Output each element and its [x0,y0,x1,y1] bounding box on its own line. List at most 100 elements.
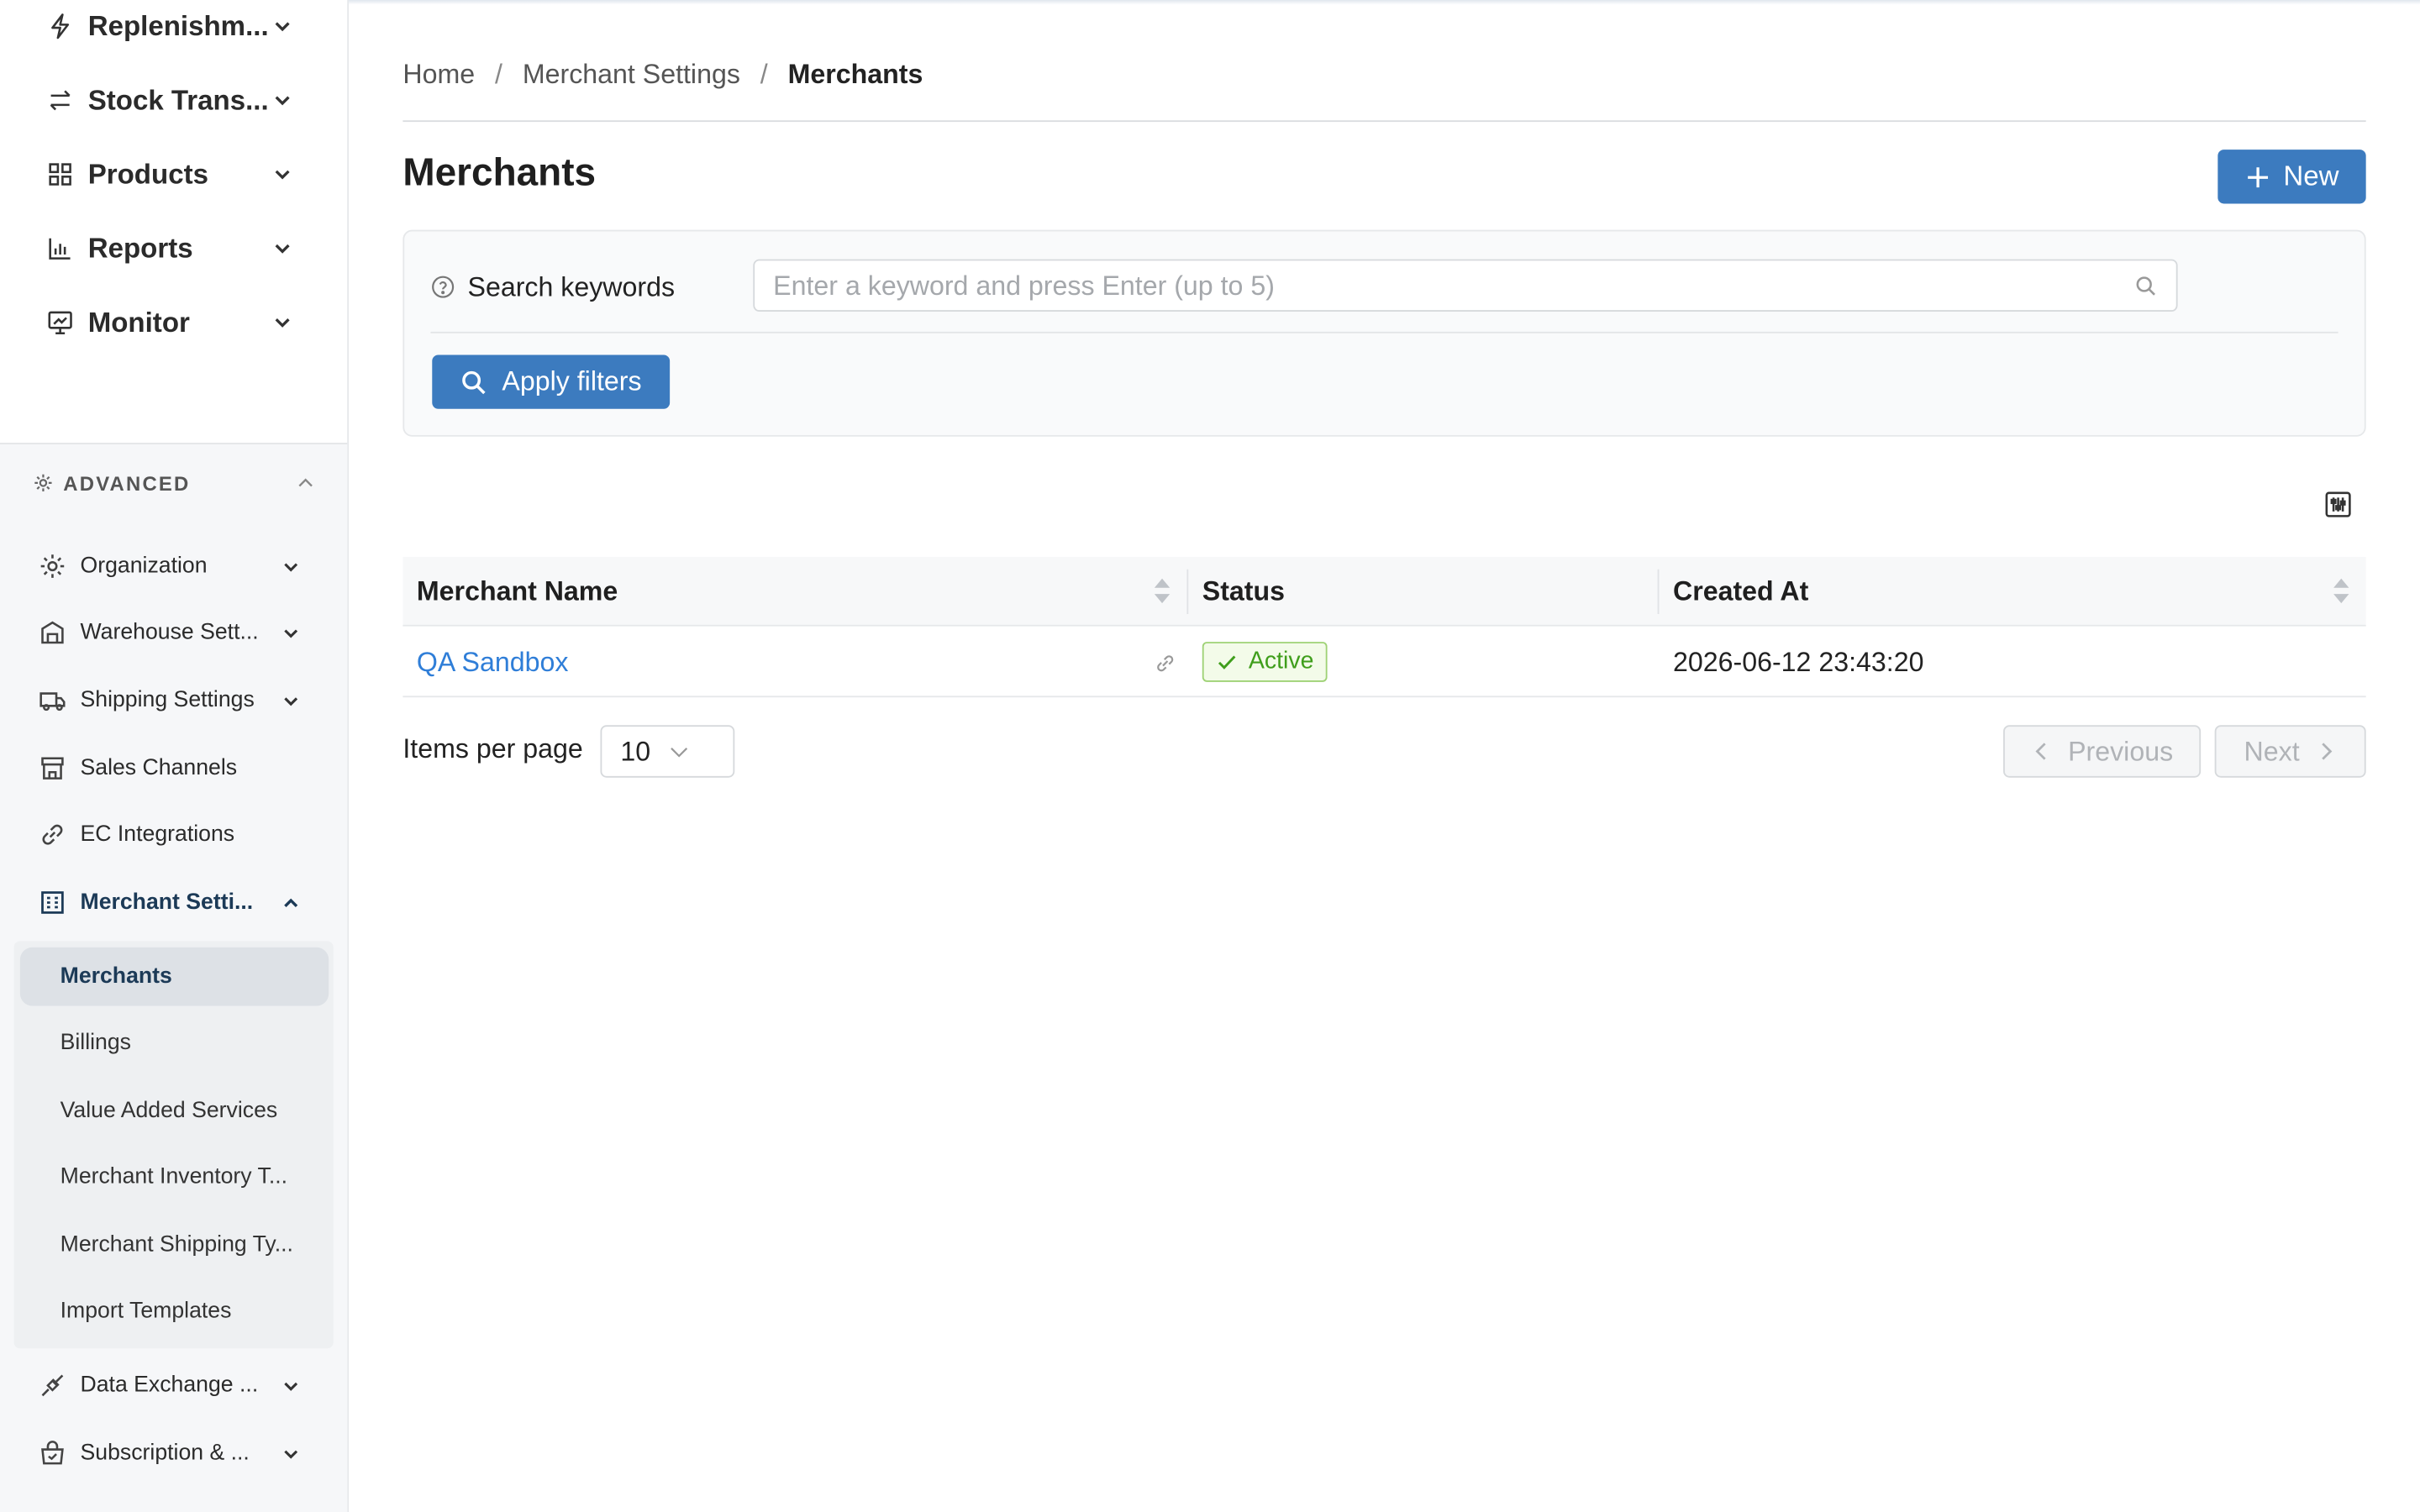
sort-icon[interactable] [2332,575,2350,606]
grid-icon [46,160,74,188]
filter-divider [430,331,2338,333]
breadcrumb-current: Merchants [787,57,923,89]
items-per-page-select[interactable]: 10 [600,725,735,778]
bar-chart-icon [46,234,74,262]
search-keywords-label: Search keywords [430,269,675,306]
chevron-down-icon [281,556,301,576]
previous-page-button[interactable]: Previous [2003,725,2202,778]
apply-filters-button[interactable]: Apply filters [432,354,671,409]
copy-link-icon[interactable] [1155,653,1176,675]
search-input[interactable] [773,269,2135,302]
items-per-page-value: 10 [620,735,651,766]
header-shadow [349,0,2420,5]
sidebar-item-label: Monitor [87,306,190,338]
breadcrumb-separator: / [760,57,768,89]
store-icon [39,754,66,782]
monitor-icon [46,308,74,336]
sidebar-item-monitor[interactable]: Monitor [46,301,293,344]
breadcrumb-merchant-settings[interactable]: Merchant Settings [523,58,740,91]
gear-icon [39,553,66,580]
breadcrumb-separator: / [495,57,502,89]
sidebar-item-label: Merchant Setti... [80,890,254,916]
sidebar-item-ec-integrations[interactable]: EC Integrations [39,816,301,853]
sidebar-item-label: Warehouse Sett... [80,620,259,645]
sidebar-item-replenishment[interactable]: Replenishm... [46,5,293,48]
merchant-name-link[interactable]: QA Sandbox [417,627,569,697]
chevron-down-icon [667,741,714,763]
created-at-cell: 2026-06-12 23:43:20 [1672,645,1924,677]
bolt-icon [46,13,74,40]
truck-icon [39,686,66,714]
link-icon [39,821,66,848]
sidebar-subitem-import-templates[interactable]: Import Templates [20,1282,329,1341]
chevron-down-icon [281,622,301,643]
sort-icon[interactable] [1153,575,1171,606]
chevron-down-icon [281,690,301,711]
column-separator [1186,569,1189,615]
chevron-down-icon [281,1443,301,1463]
column-separator [1657,569,1660,615]
table-row: QA Sandbox 2026-06-12 23:43:20 [402,626,2366,698]
sidebar-item-label: Data Exchange ... [80,1373,259,1399]
table-header: Merchant Name Status Created At [402,557,2366,627]
previous-label: Previous [2068,735,2174,766]
page-title: Merchants [402,150,597,195]
next-label: Next [2244,735,2300,766]
column-header-created-at[interactable]: Created At [1673,557,1808,627]
merchant-settings-icon [39,889,66,916]
apply-filters-label: Apply filters [502,365,642,397]
breadcrumb: Home / Merchant Settings / Merchants [402,55,923,92]
chevron-down-icon [271,312,293,333]
search-keywords-text: Search keywords [467,270,676,302]
check-icon [1216,651,1238,673]
chevron-up-icon [281,893,301,913]
breadcrumb-home[interactable]: Home [402,58,475,91]
plus-icon [2244,163,2272,191]
sidebar-item-label: Organization [80,554,208,579]
chevron-down-icon [271,15,293,37]
chevron-down-icon [271,238,293,260]
search-input-wrapper [753,259,2178,312]
sidebar-item-sales-channels[interactable]: Sales Channels [39,750,301,787]
column-header-status: Status [1202,575,1286,606]
next-page-button[interactable]: Next [2214,725,2366,778]
sidebar-item-products[interactable]: Products [46,153,293,196]
sidebar-item-stock-transfers[interactable]: Stock Trans... [46,79,293,122]
chevron-right-icon [2315,741,2337,763]
sidebar-item-merchant-settings[interactable]: Merchant Setti... [39,884,301,921]
advanced-section-header[interactable]: ADVANCED [33,468,317,499]
subscription-icon [39,1440,66,1467]
sidebar-item-warehouse-settings[interactable]: Warehouse Sett... [39,614,301,651]
sidebar-subitem-merchant-shipping-types[interactable]: Merchant Shipping Ty... [20,1215,329,1274]
help-circle-icon[interactable] [430,275,455,299]
sidebar-item-label: Replenishm... [87,9,269,41]
sidebar-item-label: Subscription & ... [80,1441,250,1466]
data-exchange-icon [39,1372,66,1399]
sidebar-item-subscription[interactable]: Subscription & ... [39,1435,301,1472]
sidebar: Replenishm... Stock Trans... Products Re… [0,0,350,1512]
new-button-label: New [2283,160,2339,192]
status-text: Active [1248,648,1314,675]
chevron-down-icon [271,164,293,186]
sidebar-item-data-exchange[interactable]: Data Exchange ... [39,1367,301,1404]
new-merchant-button[interactable]: New [2217,150,2366,204]
transfer-arrows-icon [46,87,74,114]
sidebar-item-label: Sales Channels [80,755,238,781]
sidebar-item-label: Stock Trans... [87,84,269,115]
sidebar-subitem-billings[interactable]: Billings [20,1014,329,1073]
sidebar-subitem-value-added-services[interactable]: Value Added Services [20,1082,329,1141]
search-icon [460,368,488,396]
sidebar-item-organization[interactable]: Organization [39,548,301,585]
sidebar-subitem-merchants[interactable]: Merchants [19,947,329,1006]
gear-icon [33,472,55,494]
column-header-merchant-name[interactable]: Merchant Name [417,557,618,627]
sidebar-item-reports[interactable]: Reports [46,227,293,270]
sidebar-item-label: Shipping Settings [80,688,255,713]
sidebar-item-label: Products [87,158,208,189]
column-settings-icon[interactable] [2324,491,2352,518]
sidebar-item-shipping-settings[interactable]: Shipping Settings [39,682,301,719]
warehouse-icon [39,619,66,647]
search-icon [2134,274,2158,297]
breadcrumb-divider [402,120,2366,123]
sidebar-subitem-merchant-inventory-types[interactable]: Merchant Inventory T... [20,1148,329,1207]
